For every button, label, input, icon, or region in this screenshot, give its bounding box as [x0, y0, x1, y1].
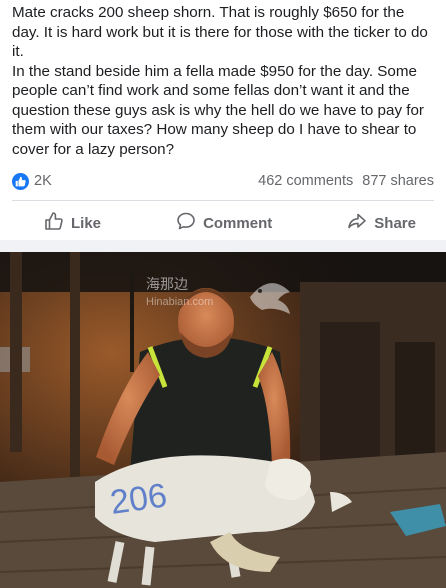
like-count[interactable]: 2K [34, 173, 52, 189]
divider [12, 200, 434, 201]
reaction-counts-bar: 2K 462 comments 877 shares [12, 171, 434, 191]
shearing-shed-scene: 206 [0, 252, 446, 588]
share-label: Share [374, 214, 416, 232]
share-arrow-icon [347, 211, 367, 235]
post-photo[interactable]: 206 海那边 Hinabian.com [0, 252, 446, 588]
watermark-domain: Hinabian.com [146, 296, 214, 308]
speech-bubble-icon [176, 211, 196, 235]
like-label: Like [71, 214, 102, 232]
comment-count[interactable]: 462 comments [258, 173, 353, 189]
share-button[interactable]: Share [347, 211, 416, 235]
like-button[interactable]: Like [44, 211, 101, 235]
comment-button[interactable]: Comment [176, 211, 272, 235]
feed-separator [0, 240, 446, 252]
post-paragraph: In the stand beside him a fella made $95… [12, 62, 424, 158]
thumbs-up-outline-icon [44, 211, 64, 235]
share-count[interactable]: 877 shares [362, 173, 434, 189]
thumbs-up-icon[interactable] [12, 172, 29, 190]
post-body: Mate cracks 200 sheep shorn. That is rou… [12, 3, 436, 159]
action-bar: Like Comment Share [12, 207, 434, 239]
sheep-marking: 206 [108, 476, 169, 522]
watermark-text: 海那边 [146, 276, 188, 292]
post-paragraph: Mate cracks 200 sheep shorn. That is rou… [12, 4, 428, 60]
comment-label: Comment [203, 214, 273, 232]
